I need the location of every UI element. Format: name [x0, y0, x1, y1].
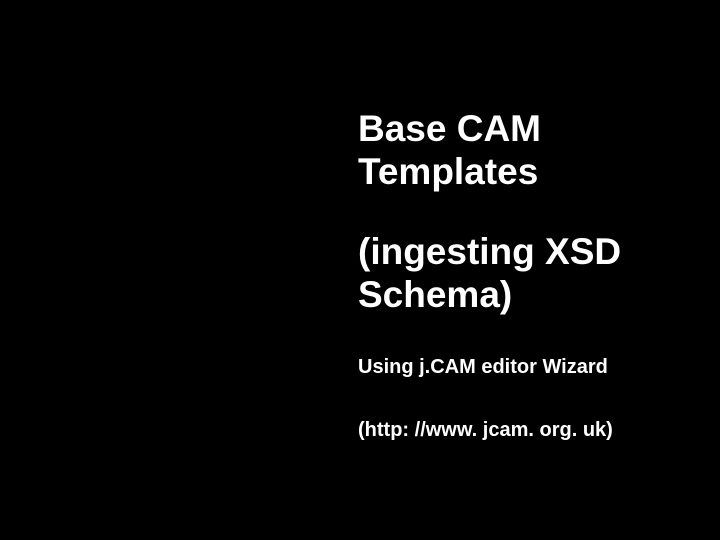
slide-content: Base CAM Templates (ingesting XSD Schema… [358, 108, 698, 442]
subtitle-block: (ingesting XSD Schema) [358, 231, 698, 316]
slide: Base CAM Templates (ingesting XSD Schema… [0, 0, 720, 540]
title-line-1: Base CAM [358, 108, 698, 151]
title-line-2: Templates [358, 151, 698, 194]
subtitle-line-1: (ingesting XSD [358, 231, 698, 274]
url-text: (http: //www. jcam. org. uk) [358, 419, 698, 442]
subtitle-line-2: Schema) [358, 274, 698, 317]
byline: Using j.CAM editor Wizard [358, 356, 698, 379]
